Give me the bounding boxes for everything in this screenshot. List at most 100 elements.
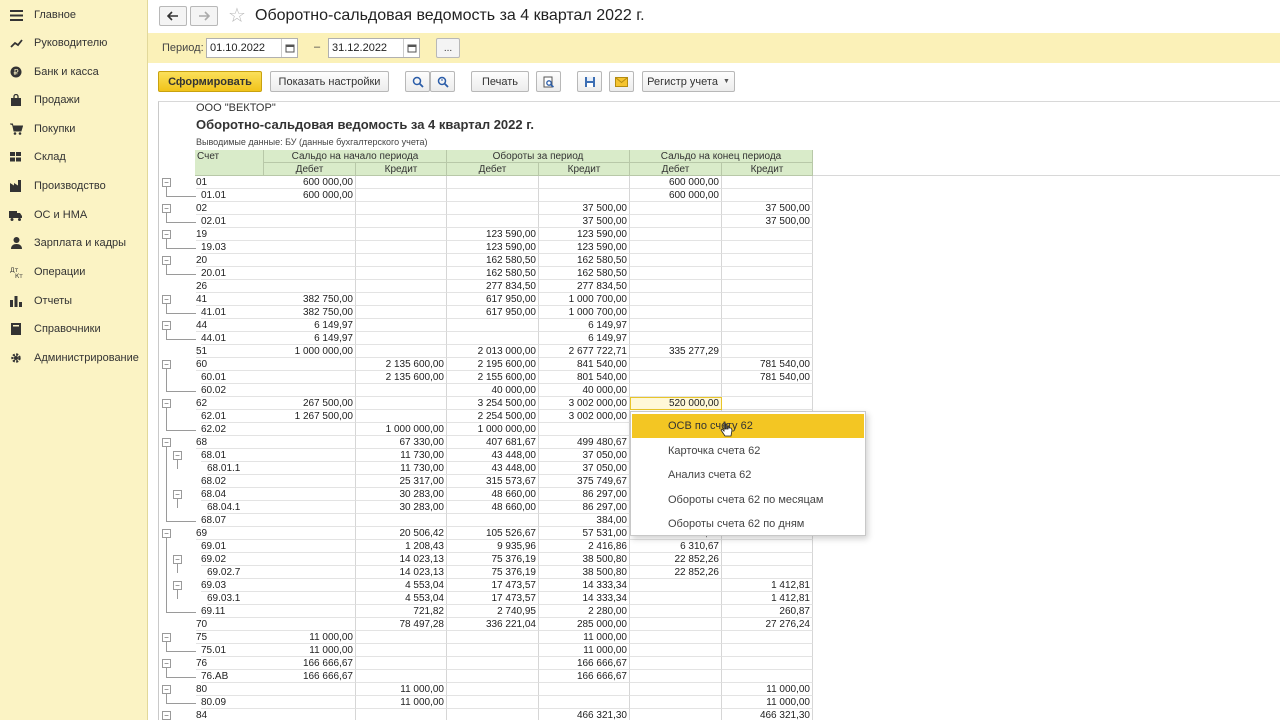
register-dropdown[interactable]: Регистр учета ▼ [642,71,735,92]
table-row[interactable]: 20.01 162 580,50 162 580,50 [159,267,815,280]
account-cell[interactable]: 69.02.7 [207,566,264,579]
period-from-field[interactable] [206,38,298,58]
value-cell[interactable]: 37 050,00 [539,449,630,462]
table-row[interactable]: 70 78 497,28 336 221,04 285 000,00 27 276,24 [159,618,815,631]
period-to-field[interactable] [328,38,420,58]
value-cell[interactable]: 75 376,19 [447,566,539,579]
value-cell[interactable]: 2 280,00 [539,605,630,618]
value-cell[interactable] [447,202,539,215]
value-cell[interactable] [539,683,630,696]
value-cell[interactable]: 22 852,26 [630,553,722,566]
value-cell[interactable] [264,267,356,280]
value-cell[interactable]: 86 297,00 [539,488,630,501]
value-cell[interactable]: 162 580,50 [539,267,630,280]
value-cell[interactable] [264,254,356,267]
collapse-toggle-icon[interactable]: − [162,633,171,642]
account-cell[interactable]: 76.АВ [201,670,264,683]
value-cell[interactable]: 466 321,30 [722,709,813,720]
value-cell[interactable]: 2 254 500,00 [447,410,539,423]
value-cell[interactable] [356,657,447,670]
value-cell[interactable] [264,592,356,605]
value-cell[interactable] [447,709,539,720]
value-cell[interactable]: 86 297,00 [539,501,630,514]
account-cell[interactable]: 44 [196,319,264,332]
account-cell[interactable]: 19 [196,228,264,241]
value-cell[interactable] [630,579,722,592]
value-cell[interactable] [630,267,722,280]
value-cell[interactable] [630,254,722,267]
value-cell[interactable] [722,566,813,579]
value-cell[interactable]: 2 135 600,00 [356,371,447,384]
value-cell[interactable]: 1 000 000,00 [264,345,356,358]
value-cell[interactable] [722,397,813,410]
value-cell[interactable]: 2 740,95 [447,605,539,618]
value-cell[interactable] [630,709,722,720]
value-cell[interactable]: 22 852,26 [630,566,722,579]
table-row[interactable]: 69.02 − 14 023,13 75 376,19 38 500,80 22 852,… [159,553,815,566]
value-cell[interactable] [722,228,813,241]
value-cell[interactable]: 336 221,04 [447,618,539,631]
value-cell[interactable]: 721,82 [356,605,447,618]
account-cell[interactable]: 20 [196,254,264,267]
value-cell[interactable] [630,228,722,241]
value-cell[interactable]: 166 666,67 [264,657,356,670]
collapse-toggle-icon[interactable]: − [162,256,171,265]
value-cell[interactable]: 2 013 000,00 [447,345,539,358]
value-cell[interactable] [722,293,813,306]
context-menu-item[interactable]: Обороты счета 62 по дням [632,512,864,536]
value-cell[interactable] [264,527,356,540]
collapse-toggle-icon[interactable]: − [162,711,171,720]
table-row[interactable]: 26 277 834,50 277 834,50 [159,280,815,293]
value-cell[interactable]: 2 416,86 [539,540,630,553]
account-cell[interactable]: 68 [196,436,264,449]
context-menu-item[interactable]: Анализ счета 62 [632,463,864,487]
value-cell[interactable]: 57 531,00 [539,527,630,540]
value-cell[interactable]: 781 540,00 [722,371,813,384]
value-cell[interactable] [722,176,813,189]
value-cell[interactable] [630,384,722,397]
value-cell[interactable] [264,475,356,488]
collapse-toggle-icon[interactable]: − [173,451,182,460]
value-cell[interactable] [356,319,447,332]
value-cell[interactable] [630,280,722,293]
value-cell[interactable] [722,267,813,280]
collapse-toggle-icon[interactable]: − [162,529,171,538]
value-cell[interactable]: 2 195 600,00 [447,358,539,371]
value-cell[interactable]: 11 000,00 [539,631,630,644]
value-cell[interactable] [630,605,722,618]
sidebar-item-10[interactable]: Дт Кт Операции [0,261,148,283]
sidebar-item-2[interactable]: Руководителю [0,32,148,54]
value-cell[interactable] [264,566,356,579]
value-cell[interactable] [722,332,813,345]
value-cell[interactable]: 315 573,67 [447,475,539,488]
value-cell[interactable]: 37 500,00 [722,215,813,228]
value-cell[interactable]: 1 000 000,00 [447,423,539,436]
value-cell[interactable] [630,306,722,319]
account-cell[interactable]: 51 [196,345,264,358]
value-cell[interactable]: 1 412,81 [722,579,813,592]
value-cell[interactable] [356,397,447,410]
value-cell[interactable]: 9 935,96 [447,540,539,553]
value-cell[interactable] [447,670,539,683]
account-cell[interactable]: 60.01 [201,371,264,384]
collapse-toggle-icon[interactable]: − [162,360,171,369]
value-cell[interactable] [630,241,722,254]
account-cell[interactable]: 01.01 [201,189,264,202]
account-cell[interactable]: 68.02 [201,475,264,488]
value-cell[interactable]: 123 590,00 [539,241,630,254]
value-cell[interactable] [356,241,447,254]
show-settings-button[interactable]: Показать настройки [270,71,389,92]
value-cell[interactable]: 75 376,19 [447,553,539,566]
value-cell[interactable] [447,631,539,644]
value-cell[interactable] [264,540,356,553]
value-cell[interactable]: 384,00 [539,514,630,527]
account-cell[interactable]: 68.04 [201,488,264,501]
value-cell[interactable] [447,176,539,189]
value-cell[interactable]: 382 750,00 [264,293,356,306]
value-cell[interactable]: 17 473,57 [447,579,539,592]
account-cell[interactable]: 75.01 [201,644,264,657]
value-cell[interactable]: 11 000,00 [356,696,447,709]
value-cell[interactable] [447,696,539,709]
value-cell[interactable] [264,423,356,436]
value-cell[interactable] [630,683,722,696]
